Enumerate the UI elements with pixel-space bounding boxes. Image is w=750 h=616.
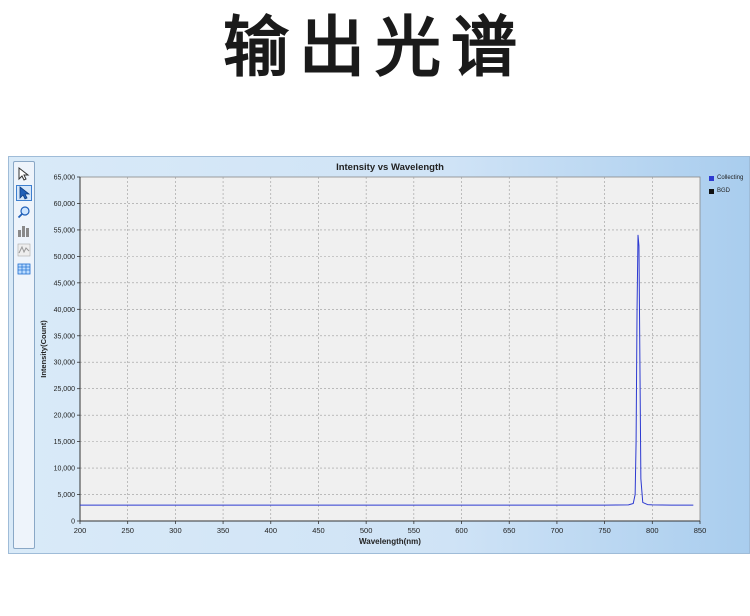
x-tick-label: 250 <box>121 526 134 535</box>
chart-toolbar <box>13 161 35 549</box>
plot-area <box>79 176 701 522</box>
chart-title: Intensity vs Wavelength <box>336 162 444 173</box>
arrow-pointer-icon <box>18 167 30 181</box>
y-tick-label: 25,000 <box>54 386 76 393</box>
bar-histogram-icon <box>18 226 29 237</box>
x-tick-label: 650 <box>503 526 516 535</box>
y-tick-label: 15,000 <box>54 439 76 446</box>
x-tick-label: 400 <box>265 526 278 535</box>
y-tick-label: 20,000 <box>54 413 76 420</box>
x-tick-label: 200 <box>74 526 87 535</box>
x-tick-label: 600 <box>455 526 468 535</box>
zoom-tool-button[interactable] <box>16 204 32 220</box>
page-heading: 输出光谱 <box>223 9 527 86</box>
y-axis-title: Intensity(Count) <box>39 320 48 378</box>
histogram-tool-button[interactable] <box>16 223 32 239</box>
chart-panel: 200 250 300 350 400 450 500 550 600 650 700 750 800 8… <box>39 157 711 555</box>
select-arrow-icon <box>19 186 31 200</box>
x-tick-label: 750 <box>598 526 611 535</box>
y-tick-label: 0 <box>71 519 75 526</box>
table-tool-button[interactable] <box>16 261 32 277</box>
x-axis-title: Wavelength(nm) <box>359 537 421 546</box>
legend-swatch-collecting <box>709 175 714 181</box>
legend-label-collecting: Collecting <box>717 175 744 181</box>
magnifier-icon <box>17 206 30 219</box>
x-tick-label: 550 <box>408 526 421 535</box>
y-tick-label: 10,000 <box>54 466 76 473</box>
chart-legend: Collecting BGD <box>709 175 749 201</box>
x-tick-label: 500 <box>360 526 373 535</box>
legend-swatch-bgd <box>709 188 714 194</box>
data-table-icon <box>17 263 31 275</box>
y-tick-label: 60,000 <box>54 201 76 208</box>
legend-item-collecting[interactable]: Collecting <box>709 175 749 181</box>
pointer-tool-button[interactable] <box>16 166 32 182</box>
x-tick-label: 800 <box>646 526 659 535</box>
x-tick-label: 300 <box>169 526 182 535</box>
legend-item-bgd[interactable]: BGD <box>709 188 749 194</box>
y-tick-label: 45,000 <box>54 280 76 287</box>
y-tick-label: 55,000 <box>54 227 76 234</box>
spectrum-curve-icon <box>17 243 31 257</box>
spectrum-window: 200 250 300 350 400 450 500 550 600 650 700 750 800 8… <box>8 156 750 554</box>
y-tick-label: 5,000 <box>57 492 75 499</box>
x-tick-label: 850 <box>694 526 707 535</box>
legend-label-bgd: BGD <box>717 188 731 194</box>
y-tick-label: 65,000 <box>54 175 76 182</box>
x-tick-label: 350 <box>217 526 230 535</box>
x-tick-label: 700 <box>551 526 564 535</box>
select-tool-button[interactable] <box>16 185 32 201</box>
y-tick-label: 35,000 <box>54 333 76 340</box>
y-tick-label: 40,000 <box>54 307 76 314</box>
y-tick-label: 30,000 <box>54 360 76 367</box>
spectrum-tool-button[interactable] <box>16 242 32 258</box>
intensity-chart: 200 250 300 350 400 450 500 550 600 650 700 750 800 8… <box>39 162 707 546</box>
y-tick-label: 50,000 <box>54 254 76 261</box>
x-tick-label: 450 <box>312 526 325 535</box>
